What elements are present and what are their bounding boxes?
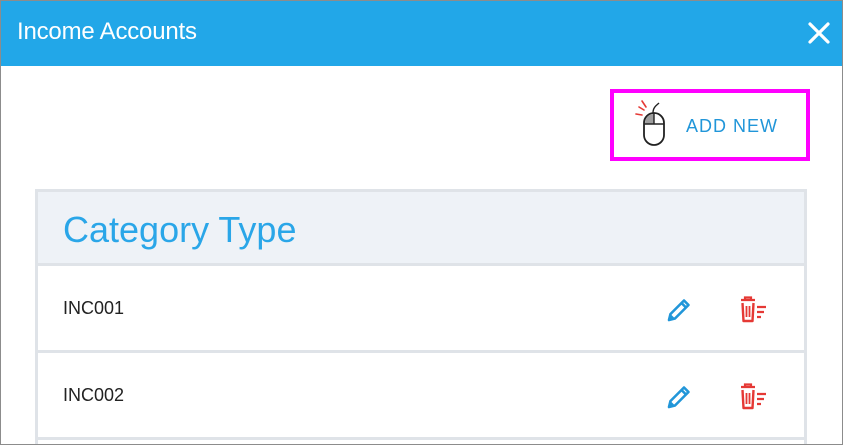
delete-button[interactable] [736, 382, 770, 412]
dialog-title: Income Accounts [17, 18, 197, 45]
trash-icon [741, 296, 766, 323]
add-new-button[interactable]: ADD NEW [629, 93, 799, 155]
close-icon [808, 22, 830, 44]
edit-button[interactable] [664, 382, 694, 412]
pencil-icon [667, 299, 690, 322]
row-label: INC002 [63, 385, 125, 405]
mouse-click-icon [635, 100, 665, 146]
row-label: INC001 [63, 298, 125, 318]
close-button[interactable] [805, 19, 833, 47]
table-header: Category Type [38, 192, 804, 266]
delete-button[interactable] [736, 295, 770, 325]
pencil-icon [667, 386, 690, 409]
table-row: INC001 [38, 266, 804, 353]
dialog-titlebar: Income Accounts [1, 1, 842, 66]
income-accounts-dialog: Income Accounts ADD NEW Category Type IN… [0, 0, 843, 445]
add-new-label: ADD NEW [686, 116, 778, 136]
category-table: Category Type INC001 INC002 [35, 189, 807, 444]
table-row: INC002 [38, 353, 804, 440]
edit-button[interactable] [664, 295, 694, 325]
trash-icon [741, 383, 766, 410]
table-header-title: Category Type [63, 209, 297, 250]
